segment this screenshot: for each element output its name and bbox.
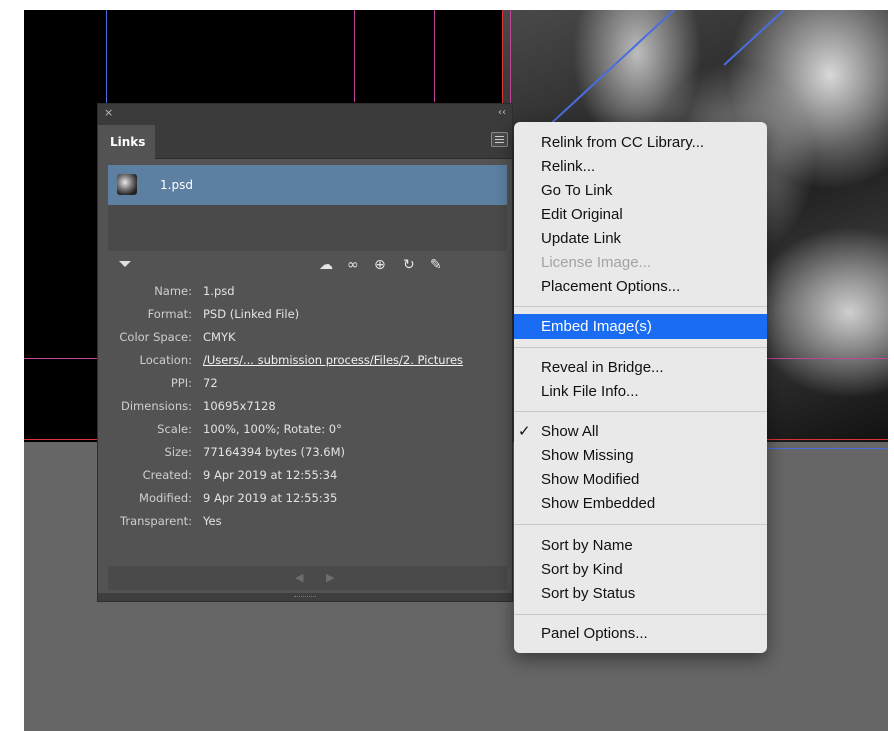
list-item[interactable]: 1.psd <box>108 165 507 205</box>
menu-item-show-embedded[interactable]: Show Embedded <box>514 491 767 516</box>
menu-item-license-image: License Image... <box>541 254 652 271</box>
info-value: PSD (Linked File) <box>203 307 300 321</box>
menu-item-relink[interactable]: Relink... <box>514 154 767 179</box>
info-label: Size: <box>164 445 192 459</box>
info-label: Location: <box>139 353 192 367</box>
links-file-list[interactable]: 1.psd <box>108 165 507 251</box>
file-thumbnail <box>117 174 137 195</box>
info-row-location: Location: /Users/... submission process/… <box>98 349 512 372</box>
info-label: Scale: <box>157 422 192 436</box>
previous-link-icon[interactable]: ◀ <box>295 571 303 584</box>
info-row-name: Name: 1.psd <box>98 280 512 303</box>
menu-item-edit-original[interactable]: Edit Original <box>514 202 767 227</box>
info-label: Format: <box>147 307 192 321</box>
info-value: 10695x7128 <box>203 399 276 413</box>
menu-item-sort-by-kind[interactable]: Sort by Kind <box>514 557 767 582</box>
menu-item-show-modified[interactable]: Show Modified <box>514 467 767 492</box>
resize-grip[interactable] <box>98 593 512 601</box>
menu-separator <box>514 347 767 348</box>
info-value: 9 Apr 2019 at 12:55:35 <box>203 491 338 505</box>
links-panel[interactable]: × ‹‹ Links 1.psd ☁ ∞ ⊕ ↻ ✎ Name: 1.psd F… <box>97 103 513 602</box>
menu-item-label: Show All <box>541 423 599 440</box>
next-link-icon[interactable]: ▶ <box>326 571 334 584</box>
info-label: Color Space: <box>119 330 192 344</box>
info-row-ppi: PPI: 72 <box>98 372 512 395</box>
info-value: 72 <box>203 376 218 390</box>
info-value: 77164394 bytes (73.6M) <box>203 445 346 459</box>
info-row-modified: Modified: 9 Apr 2019 at 12:55:35 <box>98 487 512 510</box>
menu-item-reveal-in-bridge[interactable]: Reveal in Bridge... <box>514 355 767 380</box>
menu-item-panel-options[interactable]: Panel Options... <box>514 621 767 646</box>
menu-separator <box>514 411 767 412</box>
links-panel-flyout-menu: Relink from CC Library... Relink... Go T… <box>514 122 767 653</box>
edit-pencil-icon[interactable]: ✎ <box>430 256 442 274</box>
checkmark-icon: ✓ <box>518 423 531 440</box>
info-row-transparent: Transparent: Yes <box>98 510 512 533</box>
file-name: 1.psd <box>160 178 193 192</box>
info-row-color-space: Color Space: CMYK <box>98 326 512 349</box>
link-info-section: Name: 1.psd Format: PSD (Linked File) Co… <box>98 280 512 533</box>
panel-title-bar[interactable]: × ‹‹ <box>98 104 512 121</box>
chain-link-icon[interactable]: ∞ <box>347 256 359 274</box>
info-row-size: Size: 77164394 bytes (73.6M) <box>98 441 512 464</box>
panel-menu-icon[interactable] <box>491 132 508 147</box>
info-label: Transparent: <box>120 514 192 528</box>
guide-horizontal-blue-right <box>767 448 888 449</box>
menu-item-embed-images[interactable]: Embed Image(s) <box>514 314 767 339</box>
collapse-icon[interactable]: ‹‹ <box>498 104 506 121</box>
info-label: Modified: <box>139 491 192 505</box>
panel-tab-row: Links <box>98 121 512 159</box>
close-icon[interactable]: × <box>104 104 113 121</box>
menu-separator <box>514 524 767 525</box>
menu-item-placement-options[interactable]: Placement Options... <box>514 274 767 299</box>
menu-item-sort-by-name[interactable]: Sort by Name <box>514 533 767 558</box>
menu-item-go-to-link[interactable]: Go To Link <box>514 178 767 203</box>
info-value: 100%, 100%; Rotate: 0° <box>203 422 342 436</box>
info-row-scale: Scale: 100%, 100%; Rotate: 0° <box>98 418 512 441</box>
info-label: PPI: <box>170 376 192 390</box>
cloud-link-icon[interactable]: ☁ <box>319 256 333 274</box>
info-label: Created: <box>142 468 192 482</box>
info-label: Dimensions: <box>121 399 192 413</box>
goto-link-icon[interactable]: ⊕ <box>374 256 386 274</box>
info-value: 9 Apr 2019 at 12:55:34 <box>203 468 338 482</box>
location-link[interactable]: /Users/... submission process/Files/2. P… <box>203 349 463 372</box>
menu-item-update-link[interactable]: Update Link <box>514 226 767 251</box>
menu-separator <box>514 306 767 307</box>
menu-item-sort-by-status[interactable]: Sort by Status <box>514 581 767 606</box>
info-label: Name: <box>154 284 192 298</box>
menu-item-link-file-info[interactable]: Link File Info... <box>514 379 767 404</box>
tab-links[interactable]: Links <box>98 125 155 159</box>
update-link-icon[interactable]: ↻ <box>403 256 415 274</box>
info-value: 1.psd <box>203 284 235 298</box>
menu-item-show-missing[interactable]: Show Missing <box>514 443 767 468</box>
menu-item-show-all[interactable]: ✓ Show All <box>514 419 767 444</box>
info-value: CMYK <box>203 330 236 344</box>
disclosure-triangle-icon[interactable] <box>119 261 131 267</box>
menu-separator <box>514 614 767 615</box>
links-toolbar: ☁ ∞ ⊕ ↻ ✎ <box>98 254 512 276</box>
info-row-dimensions: Dimensions: 10695x7128 <box>98 395 512 418</box>
info-navigation: ◀ ▶ <box>108 566 507 590</box>
menu-item-relink-from-cc-library[interactable]: Relink from CC Library... <box>514 130 767 155</box>
info-row-format: Format: PSD (Linked File) <box>98 303 512 326</box>
info-row-created: Created: 9 Apr 2019 at 12:55:34 <box>98 464 512 487</box>
info-value: Yes <box>203 514 222 528</box>
